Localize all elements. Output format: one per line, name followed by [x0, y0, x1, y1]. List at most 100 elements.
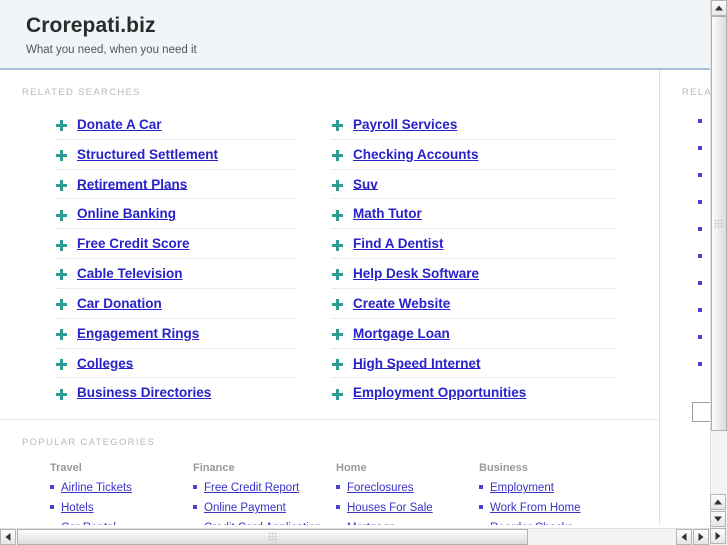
category-link[interactable]: Employment: [490, 482, 554, 494]
square-bullet-icon: [698, 281, 702, 285]
related-link[interactable]: Cable Television: [77, 266, 183, 281]
related-link[interactable]: Business Directories: [77, 385, 211, 400]
category-link[interactable]: Credit Card Application: [204, 522, 322, 525]
frame-scroll-up-button[interactable]: [710, 494, 726, 510]
category-link[interactable]: Airline Tickets: [61, 482, 132, 494]
related-link[interactable]: Engagement Rings: [77, 326, 199, 341]
frame-scroll-right-button[interactable]: [710, 528, 726, 544]
link-row[interactable]: Help Desk Software: [332, 259, 616, 289]
list-item[interactable]: Credit Card Application: [193, 520, 336, 525]
related-link[interactable]: Colleges: [77, 355, 133, 370]
related-link[interactable]: High Speed Internet: [353, 355, 481, 370]
link-row[interactable]: Donate A Car: [56, 110, 296, 140]
category-list: Foreclosures Houses For Sale Mortgage: [336, 480, 479, 525]
link-row[interactable]: Payroll Services: [332, 110, 616, 140]
list-item[interactable]: Employment: [479, 480, 622, 495]
list-item[interactable]: Foreclosures: [336, 480, 479, 495]
bookmark-link[interactable]: Bookmark this page: [674, 470, 710, 486]
link-row[interactable]: Employment Opportunities: [332, 378, 616, 407]
list-item[interactable]: Airline Tickets: [50, 480, 193, 495]
sidebar-search-box[interactable]: [692, 402, 710, 422]
link-row[interactable]: Online Banking: [56, 199, 296, 230]
sidebar-list-item[interactable]: Free Credit Score: [698, 330, 710, 345]
link-row[interactable]: Mortgage Loan: [332, 319, 616, 349]
sidebar-list-item[interactable]: Math Tutor: [698, 303, 710, 318]
link-row[interactable]: Colleges: [56, 349, 296, 379]
list-item[interactable]: Houses For Sale: [336, 500, 479, 515]
link-row[interactable]: Car Donation: [56, 289, 296, 319]
vertical-scrollbar-thumb[interactable]: [711, 16, 727, 431]
list-item[interactable]: Online Payment: [193, 500, 336, 515]
link-row[interactable]: Structured Settlement: [56, 140, 296, 170]
category-link[interactable]: Car Rental: [61, 522, 116, 525]
category-link[interactable]: Work From Home: [490, 502, 581, 514]
horizontal-scrollbar[interactable]: [0, 528, 710, 545]
square-bullet-icon: [50, 485, 54, 490]
list-item[interactable]: Free Credit Report: [193, 480, 336, 495]
list-item[interactable]: Car Rental: [50, 520, 193, 525]
related-link[interactable]: Free Credit Score: [77, 236, 190, 251]
frame-vertical-scrollbar[interactable]: [710, 494, 727, 528]
related-link[interactable]: Find A Dentist: [353, 236, 444, 251]
link-row[interactable]: Business Directories: [56, 378, 296, 407]
related-link[interactable]: Help Desk Software: [353, 266, 479, 281]
category-link[interactable]: Online Payment: [204, 502, 286, 514]
related-link[interactable]: Checking Accounts: [353, 147, 479, 162]
link-row[interactable]: High Speed Internet: [332, 349, 616, 379]
link-row[interactable]: Find A Dentist: [332, 229, 616, 260]
link-row[interactable]: Math Tutor: [332, 199, 616, 230]
related-link[interactable]: Online Banking: [77, 206, 176, 221]
sidebar-list-item[interactable]: Structured Settlement: [698, 168, 710, 183]
homepage-link[interactable]: Make this my homepage: [674, 486, 710, 502]
link-row[interactable]: Checking Accounts: [332, 140, 616, 170]
related-link[interactable]: Create Website: [353, 296, 450, 311]
category-link[interactable]: Hotels: [61, 502, 94, 514]
list-item[interactable]: Hotels: [50, 500, 193, 515]
arrow-bullet-icon: [332, 269, 343, 281]
related-link[interactable]: Structured Settlement: [77, 147, 218, 162]
scroll-right-button[interactable]: [693, 529, 709, 545]
sidebar-list-item[interactable]: Payroll Services: [698, 141, 710, 156]
scroll-left-button[interactable]: [0, 529, 16, 545]
related-link[interactable]: Suv: [353, 176, 378, 191]
list-item[interactable]: Work From Home: [479, 500, 622, 515]
link-row[interactable]: Cable Television: [56, 259, 296, 289]
scroll-left-button-2[interactable]: [676, 529, 692, 545]
related-link[interactable]: Donate A Car: [77, 117, 162, 132]
link-row[interactable]: Create Website: [332, 289, 616, 319]
arrow-bullet-icon: [56, 209, 67, 221]
related-link[interactable]: Payroll Services: [353, 117, 457, 132]
horizontal-scrollbar-thumb[interactable]: [17, 529, 528, 545]
related-link[interactable]: Retirement Plans: [77, 176, 187, 191]
sidebar-list-item[interactable]: Checking Accounts: [698, 195, 710, 210]
link-row[interactable]: Free Credit Score: [56, 229, 296, 260]
category-link[interactable]: Houses For Sale: [347, 502, 433, 514]
scroll-up-button[interactable]: [711, 0, 727, 16]
link-row[interactable]: Engagement Rings: [56, 319, 296, 349]
related-link[interactable]: Mortgage Loan: [353, 326, 450, 341]
vertical-scrollbar[interactable]: [710, 0, 727, 528]
sidebar-list-item[interactable]: Find A Dentist: [698, 357, 710, 372]
site-header: Crorepati.biz What you need, when you ne…: [0, 0, 710, 70]
category-link[interactable]: Reorder Checks: [490, 522, 573, 525]
related-link[interactable]: Employment Opportunities: [353, 385, 526, 400]
link-row[interactable]: Suv: [332, 170, 616, 200]
arrow-bullet-icon: [56, 299, 67, 311]
related-link[interactable]: Car Donation: [77, 296, 162, 311]
category-group-finance: Finance Free Credit Report Online Paymen…: [193, 462, 336, 525]
square-bullet-icon: [336, 505, 340, 510]
category-link[interactable]: Mortgage: [347, 522, 396, 525]
sidebar-list-item[interactable]: Donate A Car: [698, 114, 710, 129]
frame-scroll-down-button[interactable]: [710, 511, 726, 527]
category-link[interactable]: Free Credit Report: [204, 482, 299, 494]
link-row[interactable]: Retirement Plans: [56, 170, 296, 200]
category-link[interactable]: Foreclosures: [347, 482, 413, 494]
search-input[interactable]: [693, 403, 710, 421]
related-link[interactable]: Math Tutor: [353, 206, 422, 221]
sidebar-list-item[interactable]: Suv: [698, 249, 710, 264]
arrow-bullet-icon: [332, 358, 343, 370]
sidebar-list-item[interactable]: Online Banking: [698, 276, 710, 291]
list-item[interactable]: Mortgage: [336, 520, 479, 525]
sidebar-list-item[interactable]: Retirement Plans: [698, 222, 710, 237]
list-item[interactable]: Reorder Checks: [479, 520, 622, 525]
